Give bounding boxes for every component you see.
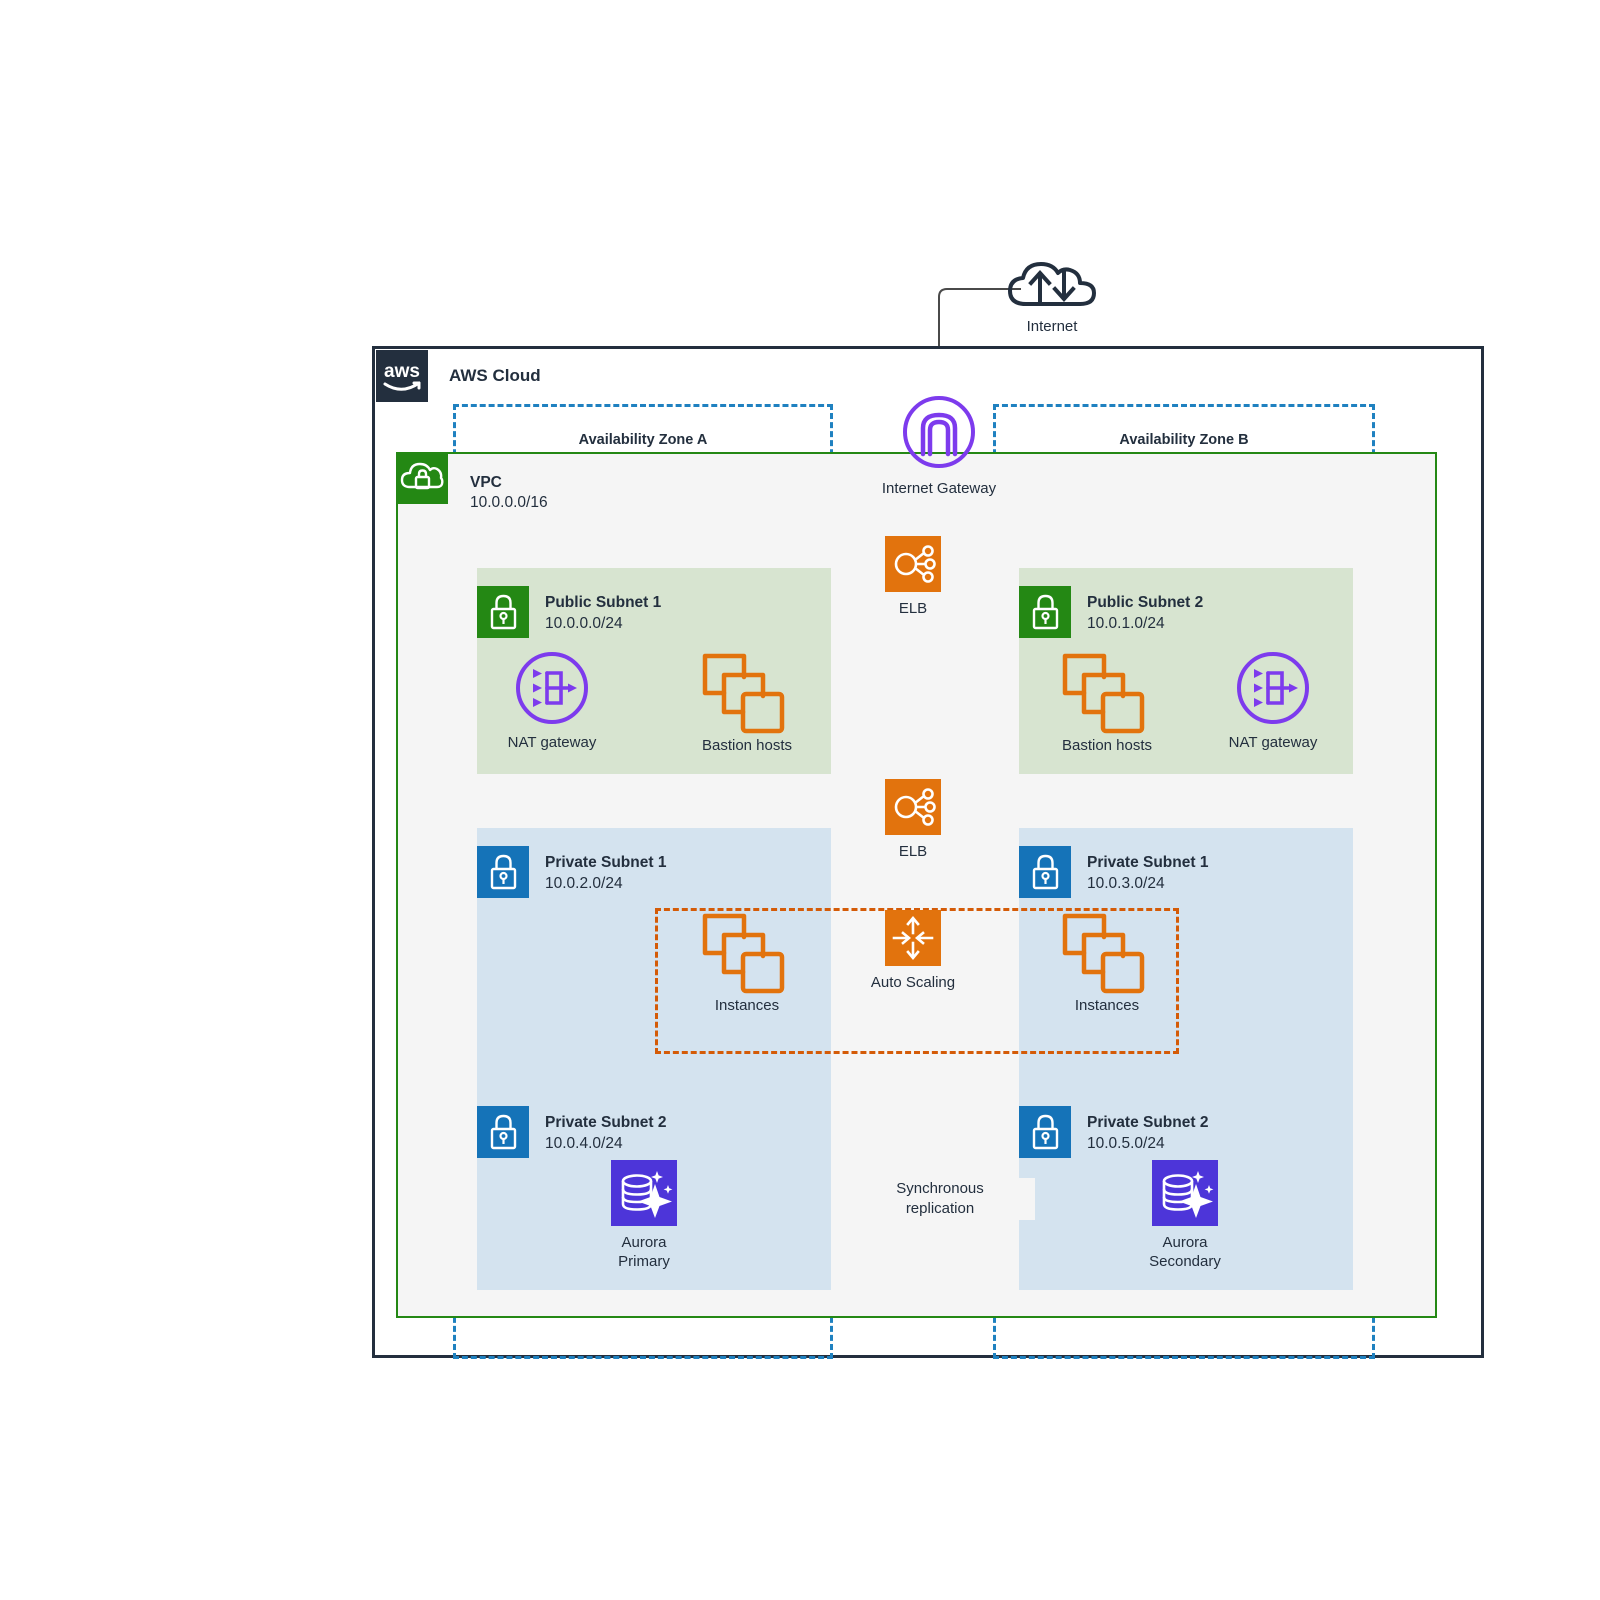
elastic-load-balancer-icon bbox=[885, 779, 941, 835]
aurora-database-icon bbox=[1152, 1160, 1218, 1226]
aurora-primary-label-line1: Aurora bbox=[621, 1234, 667, 1251]
public-subnet-1-text: Public Subnet 1 10.0.0.0/24 bbox=[545, 592, 661, 634]
subnet-cidr: 10.0.1.0/24 bbox=[1087, 615, 1165, 632]
vpc-name: VPC bbox=[470, 474, 502, 491]
subnet-cidr: 10.0.0.0/24 bbox=[545, 615, 623, 632]
aurora-primary-label-line2: Primary bbox=[618, 1253, 670, 1270]
svg-text:aws: aws bbox=[384, 361, 420, 382]
subnet-name: Public Subnet 1 bbox=[545, 594, 662, 611]
ec2-instances-icon bbox=[1062, 653, 1145, 734]
ec2-instances-icon bbox=[1062, 913, 1145, 994]
nat-gateway-icon bbox=[1237, 652, 1309, 724]
instances-a-label: Instances bbox=[714, 997, 780, 1014]
internet-label: Internet bbox=[1026, 318, 1078, 335]
subnet-cidr: 10.0.4.0/24 bbox=[545, 1135, 623, 1152]
nat-gateway-a-node[interactable]: NAT gateway bbox=[490, 650, 614, 752]
ec2-instances-icon bbox=[702, 653, 785, 734]
aws-cloud-label: AWS Cloud bbox=[449, 366, 541, 385]
subnet-name: Private Subnet 2 bbox=[1087, 1114, 1209, 1131]
private-subnet-1-b-text: Private Subnet 1 10.0.3.0/24 bbox=[1087, 852, 1208, 894]
internet-cloud-icon bbox=[1008, 262, 1096, 306]
private-subnet-2-a-text: Private Subnet 2 10.0.4.0/24 bbox=[545, 1112, 666, 1154]
ec2-instances-icon bbox=[702, 913, 785, 994]
instances-a-node[interactable]: Instances bbox=[672, 905, 822, 1015]
aurora-secondary-label-line2: Secondary bbox=[1149, 1253, 1221, 1270]
public-subnet-lock-icon bbox=[1019, 586, 1071, 638]
private-subnet-lock-icon bbox=[1019, 846, 1071, 898]
replication-label-line2: replication bbox=[905, 1200, 975, 1217]
bastion-hosts-a-label: Bastion hosts bbox=[701, 737, 793, 754]
elb-private-node[interactable]: ELB bbox=[857, 779, 969, 861]
replication-label-line1: Synchronous bbox=[896, 1180, 984, 1197]
aurora-database-icon bbox=[611, 1160, 677, 1226]
aurora-primary-node[interactable]: Aurora Primary bbox=[588, 1160, 700, 1271]
bastion-hosts-b-node[interactable]: Bastion hosts bbox=[1032, 645, 1182, 755]
public-subnet-lock-icon bbox=[477, 586, 529, 638]
nat-gateway-icon bbox=[516, 652, 588, 724]
auto-scaling-node[interactable]: Auto Scaling bbox=[857, 910, 969, 992]
synchronous-replication-label: Synchronous replication bbox=[845, 1178, 1035, 1220]
internet-gateway-node[interactable]: Internet Gateway bbox=[877, 396, 1001, 498]
bastion-hosts-a-node[interactable]: Bastion hosts bbox=[672, 645, 822, 755]
nat-gateway-b-label: NAT gateway bbox=[1228, 734, 1318, 751]
private-subnet-lock-icon bbox=[1019, 1106, 1071, 1158]
internet-node[interactable]: Internet bbox=[1000, 258, 1104, 336]
bastion-hosts-b-label: Bastion hosts bbox=[1061, 737, 1153, 754]
elb-private-label: ELB bbox=[898, 843, 928, 860]
subnet-cidr: 10.0.5.0/24 bbox=[1087, 1135, 1165, 1152]
subnet-cidr: 10.0.3.0/24 bbox=[1087, 875, 1165, 892]
subnet-name: Private Subnet 2 bbox=[545, 1114, 667, 1131]
internet-gateway-icon bbox=[903, 396, 975, 468]
subnet-name: Private Subnet 1 bbox=[545, 854, 667, 871]
elastic-load-balancer-icon bbox=[885, 536, 941, 592]
availability-zone-a-label: Availability Zone A bbox=[578, 432, 708, 448]
nat-gateway-a-label: NAT gateway bbox=[507, 734, 597, 751]
auto-scaling-icon bbox=[885, 910, 941, 966]
elb-public-label: ELB bbox=[898, 600, 928, 617]
vpc-cidr: 10.0.0.0/16 bbox=[470, 494, 548, 511]
auto-scaling-label: Auto Scaling bbox=[870, 974, 956, 991]
internet-gateway-label: Internet Gateway bbox=[881, 480, 997, 497]
aws-logo-icon: aws bbox=[376, 350, 428, 402]
elb-public-node[interactable]: ELB bbox=[857, 536, 969, 618]
subnet-name: Private Subnet 1 bbox=[1087, 854, 1209, 871]
vpc-cloud-lock-icon bbox=[396, 452, 448, 504]
nat-gateway-b-node[interactable]: NAT gateway bbox=[1211, 650, 1335, 752]
aurora-secondary-label-line1: Aurora bbox=[1162, 1234, 1208, 1251]
public-subnet-2-text: Public Subnet 2 10.0.1.0/24 bbox=[1087, 592, 1203, 634]
private-subnet-lock-icon bbox=[477, 846, 529, 898]
instances-b-node[interactable]: Instances bbox=[1032, 905, 1182, 1015]
availability-zone-b-label: Availability Zone B bbox=[1119, 432, 1249, 448]
subnet-name: Public Subnet 2 bbox=[1087, 594, 1204, 611]
private-subnet-lock-icon bbox=[477, 1106, 529, 1158]
private-subnet-1-a-text: Private Subnet 1 10.0.2.0/24 bbox=[545, 852, 666, 894]
aurora-secondary-node[interactable]: Aurora Secondary bbox=[1129, 1160, 1241, 1271]
subnet-cidr: 10.0.2.0/24 bbox=[545, 875, 623, 892]
instances-b-label: Instances bbox=[1074, 997, 1140, 1014]
private-subnet-2-b-text: Private Subnet 2 10.0.5.0/24 bbox=[1087, 1112, 1208, 1154]
